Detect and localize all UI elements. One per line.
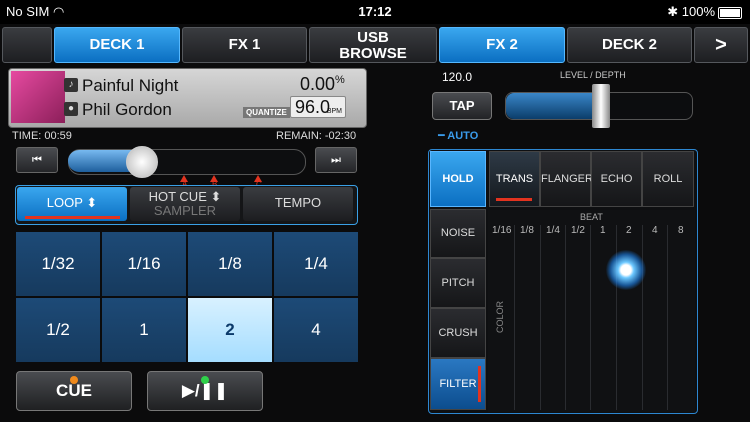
pad-1-2[interactable]: 1/2 <box>16 298 100 362</box>
loop-indicator <box>25 216 120 219</box>
pitch-readout: 0.00% <box>300 74 345 94</box>
seek-knob[interactable] <box>126 146 158 178</box>
auto-label: AUTO <box>447 130 479 142</box>
trans-active-indicator <box>496 198 532 201</box>
play-led <box>201 376 209 384</box>
effect-roll-button[interactable]: ROLL <box>642 151 694 207</box>
battery-icon <box>718 6 742 19</box>
album-art <box>11 71 65 123</box>
pad-1-32[interactable]: 1/32 <box>16 232 100 296</box>
tab-fx-2[interactable]: FX 2 <box>439 27 565 63</box>
beat-1-8: 1/8 <box>520 225 534 236</box>
mode-hotcue-label: HOT CUE <box>148 189 207 204</box>
auto-toggle[interactable]: ━ AUTO <box>438 129 478 142</box>
updown-icon: ⬍ <box>210 189 222 204</box>
music-note-icon: ♪ <box>64 78 78 92</box>
clock: 17:12 <box>358 4 392 19</box>
fx-bpm-readout: 120.0 <box>442 70 473 84</box>
beat-gridline <box>514 225 515 410</box>
beat-1: 1 <box>600 225 606 236</box>
track-artist: Phil Gordon <box>82 100 172 119</box>
pad-4[interactable]: 4 <box>274 298 358 362</box>
tab-usb-label: USB <box>357 29 389 46</box>
beat-gridline <box>565 225 566 410</box>
hold-button[interactable]: HOLD <box>430 151 486 207</box>
tab-browse-label: BROWSE <box>339 45 407 62</box>
effect-crush-button[interactable]: CRUSH <box>430 308 486 358</box>
pad-2-selected[interactable]: 2 <box>188 298 272 362</box>
mode-hotcue-tab[interactable]: HOT CUE ⬍ SAMPLER <box>130 187 240 221</box>
xy-pad[interactable] <box>488 210 695 412</box>
mode-sampler-label: SAMPLER <box>153 203 217 218</box>
beat-1-2: 1/2 <box>571 225 585 236</box>
battery-status: ✱ 100% <box>667 4 742 20</box>
bpm-unit: BPM <box>326 108 342 115</box>
tab-deck-1[interactable]: DECK 1 <box>54 27 180 63</box>
effect-flanger-button[interactable]: FLANGER <box>540 151 593 207</box>
beat-gridline <box>540 225 541 410</box>
pad-1-16[interactable]: 1/16 <box>102 232 186 296</box>
cue-led <box>70 376 78 384</box>
pad-1-8[interactable]: 1/8 <box>188 232 272 296</box>
xy-touch-point[interactable] <box>606 250 646 290</box>
seek-progress <box>68 150 134 172</box>
level-depth-fill <box>506 93 596 119</box>
tab-usb-browse[interactable]: USB BROWSE <box>309 27 437 63</box>
quantize-badge[interactable]: QUANTIZE <box>243 107 290 118</box>
updown-icon: ⬍ <box>86 195 98 210</box>
color-axis-label: COLOR <box>495 300 506 334</box>
mode-loop-label: LOOP <box>46 195 83 210</box>
mode-tempo-tab[interactable]: TEMPO <box>243 187 353 221</box>
tab-deck-2[interactable]: DECK 2 <box>567 27 692 63</box>
beat-gridline <box>667 225 668 410</box>
next-tab-button[interactable]: > <box>694 27 748 63</box>
pad-1[interactable]: 1 <box>102 298 186 362</box>
elapsed-time: TIME: 00:59 <box>12 130 72 142</box>
effect-pitch-button[interactable]: PITCH <box>430 258 486 308</box>
bluetooth-icon: ✱ <box>667 4 679 19</box>
remaining-time: REMAIN: -02:30 <box>276 130 357 142</box>
beat-4: 4 <box>652 225 658 236</box>
beat-gridline <box>642 225 643 410</box>
effect-echo-button[interactable]: ECHO <box>591 151 642 207</box>
track-title: Painful Night <box>82 76 179 95</box>
tap-button[interactable]: TAP <box>432 92 492 120</box>
effect-noise-button[interactable]: NOISE <box>430 209 486 258</box>
beat-1-4: 1/4 <box>546 225 560 236</box>
pitch-unit: % <box>335 74 345 86</box>
level-depth-label: LEVEL / DEPTH <box>560 70 626 80</box>
filter-active-indicator <box>478 366 481 402</box>
artist-icon: ● <box>64 102 78 116</box>
pad-1-4[interactable]: 1/4 <box>274 232 358 296</box>
next-track-button[interactable]: ⏭ <box>315 147 357 173</box>
tab-fx-1[interactable]: FX 1 <box>182 27 307 63</box>
beat-8: 8 <box>678 225 684 236</box>
beat-gridline <box>590 225 591 410</box>
menu-tab[interactable] <box>2 27 52 63</box>
previous-track-button[interactable]: ⏮ <box>16 147 58 173</box>
beat-2: 2 <box>626 225 632 236</box>
level-depth-handle[interactable] <box>592 84 610 128</box>
beat-label: BEAT <box>580 212 603 222</box>
beat-1-16: 1/16 <box>492 225 512 236</box>
bpm-readout: 96.0 BPM <box>290 96 346 118</box>
status-bar: No SIM ◠ 17:12 ✱ 100% <box>0 0 750 24</box>
